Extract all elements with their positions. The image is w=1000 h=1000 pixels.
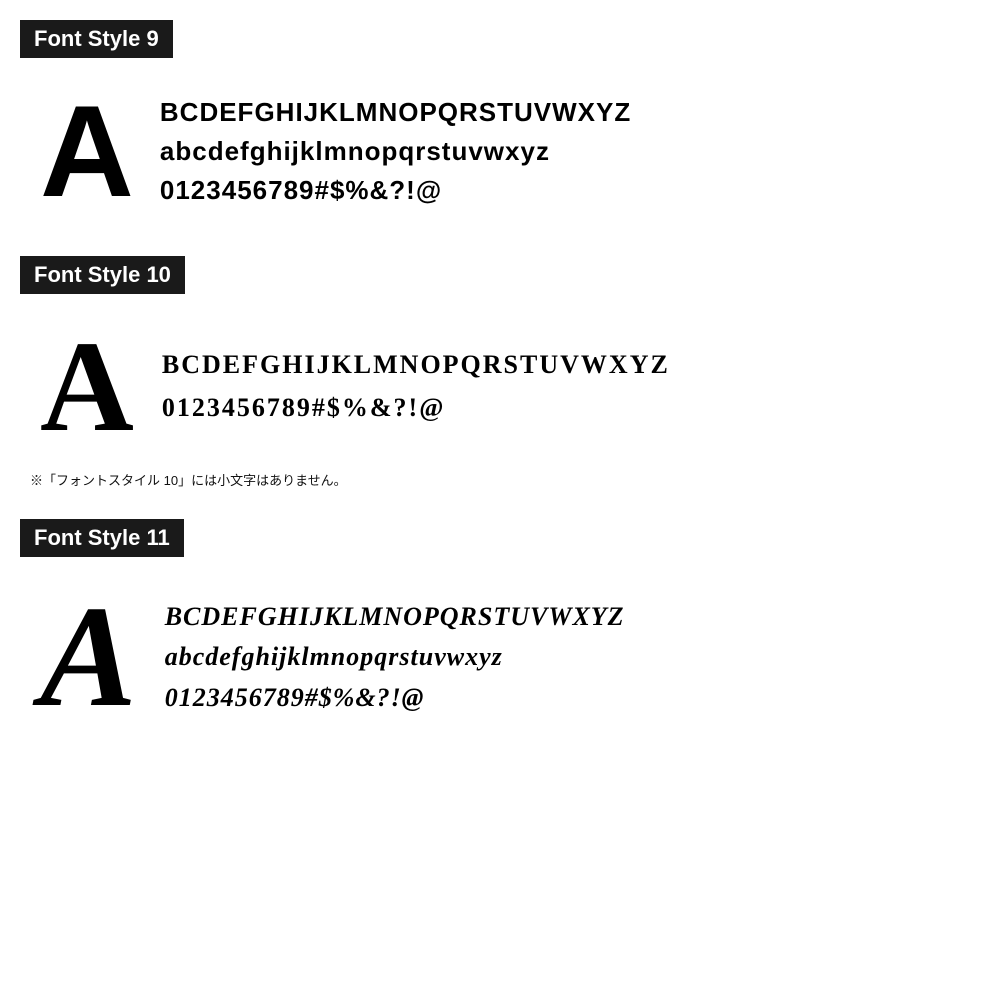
font11-line-2: abcdefghijklmnopqrstuvwxyz [165,637,625,677]
font9-line-2: abcdefghijklmnopqrstuvwxyz [160,132,631,171]
font11-char-lines: BCDEFGHIJKLMNOPQRSTUVWXYZ abcdefghijklmn… [165,597,625,718]
font9-big-letter: A [40,86,132,216]
font10-note: ※「フォントスタイル 10」には小文字はありません。 [20,470,980,489]
font9-char-lines: BCDEFGHIJKLMNOPQRSTUVWXYZ abcdefghijklmn… [160,93,631,210]
font10-char-lines: BCDEFGHIJKLMNOPQRSTUVWXYZ 0123456789#$%&… [162,344,670,430]
font10-demo: A BCDEFGHIJKLMNOPQRSTUVWXYZ 0123456789#$… [20,312,980,462]
font11-big-letter: A [40,585,137,730]
font-style-11-label: Font Style 11 [20,519,184,557]
font10-big-letter: A [40,322,134,452]
font-style-9-section: Font Style 9 A BCDEFGHIJKLMNOPQRSTUVWXYZ… [20,20,980,226]
font10-line-1: BCDEFGHIJKLMNOPQRSTUVWXYZ [162,344,670,387]
font9-line-3: 0123456789#$%&?!@ [160,171,631,210]
font11-line-1: BCDEFGHIJKLMNOPQRSTUVWXYZ [165,597,625,637]
font-style-11-section: Font Style 11 A BCDEFGHIJKLMNOPQRSTUVWXY… [20,519,980,740]
font9-line-1: BCDEFGHIJKLMNOPQRSTUVWXYZ [160,93,631,132]
font11-line-3: 0123456789#$%&?!@ [165,678,625,718]
page-container: Font Style 9 A BCDEFGHIJKLMNOPQRSTUVWXYZ… [0,0,1000,1000]
font-style-10-section: Font Style 10 A BCDEFGHIJKLMNOPQRSTUVWXY… [20,256,980,489]
font-style-9-label: Font Style 9 [20,20,173,58]
font9-demo: A BCDEFGHIJKLMNOPQRSTUVWXYZ abcdefghijkl… [20,76,980,226]
font10-line-2: 0123456789#$%&?!@ [162,387,670,430]
font11-demo: A BCDEFGHIJKLMNOPQRSTUVWXYZ abcdefghijkl… [20,575,980,740]
font-style-10-label: Font Style 10 [20,256,185,294]
